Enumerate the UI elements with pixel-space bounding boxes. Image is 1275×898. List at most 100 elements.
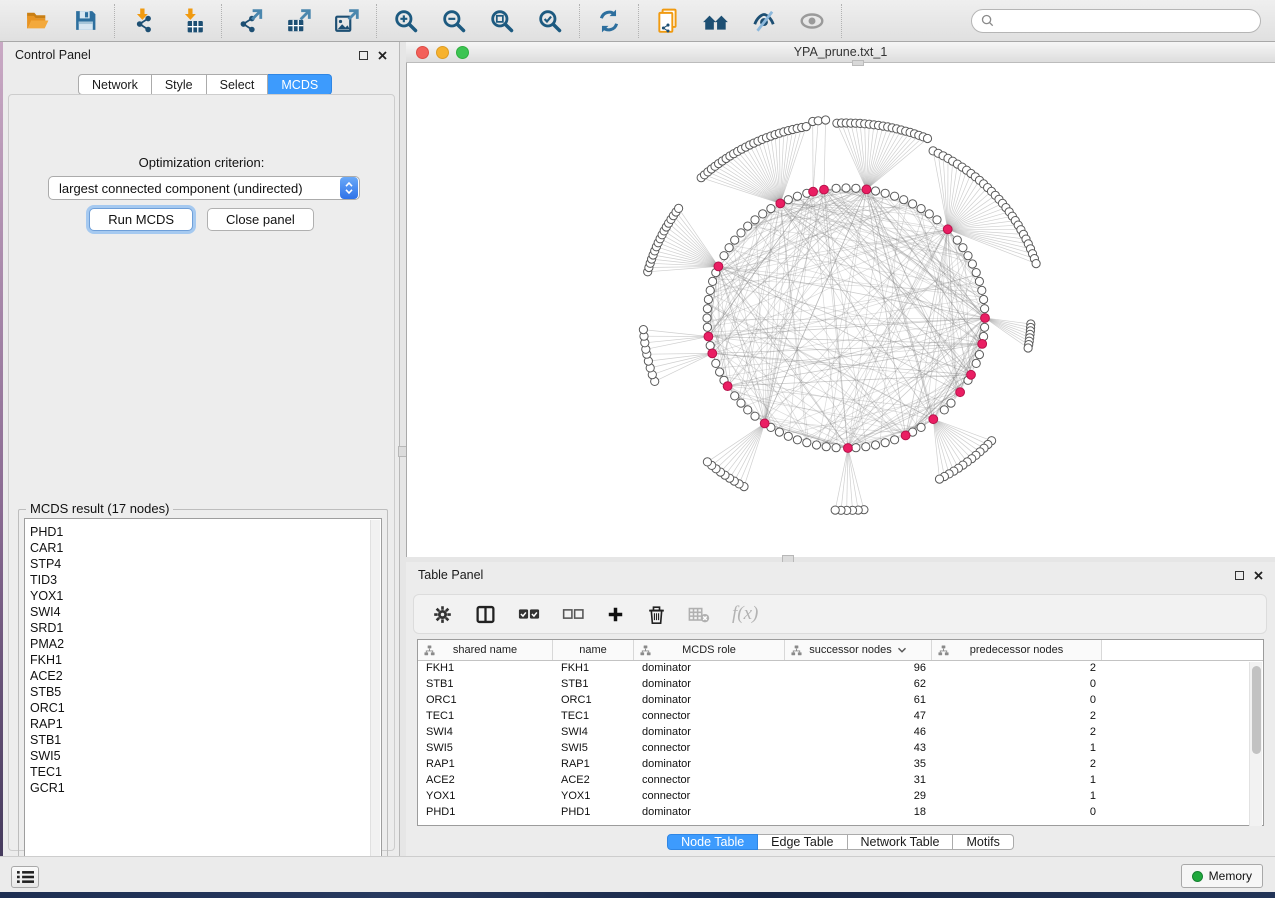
table-close-button[interactable] xyxy=(1254,571,1263,580)
mcds-result-item[interactable]: FKH1 xyxy=(30,652,381,668)
mcds-result-item[interactable]: ORC1 xyxy=(30,700,381,716)
close-panel-button[interactable] xyxy=(378,51,387,60)
table-cell: 0 xyxy=(932,805,1102,821)
mcds-result-item[interactable]: PMA2 xyxy=(30,636,381,652)
memory-button[interactable]: Memory xyxy=(1181,864,1263,888)
table-cell: ORC1 xyxy=(553,693,634,709)
mcds-result-item[interactable]: ACE2 xyxy=(30,668,381,684)
zoom-in-icon[interactable] xyxy=(391,6,421,36)
toolbar-group xyxy=(580,4,639,38)
table-row[interactable]: ORC1ORC1dominator610 xyxy=(418,693,1263,709)
criterion-dropdown[interactable]: largest connected component (undirected) xyxy=(48,176,360,200)
table-row[interactable]: YOX1YOX1connector291 xyxy=(418,789,1263,805)
mcds-result-item[interactable]: TID3 xyxy=(30,572,381,588)
mcds-result-item[interactable]: STB1 xyxy=(30,732,381,748)
tab-edge-table[interactable]: Edge Table xyxy=(758,834,847,850)
control-panel-title: Control Panel xyxy=(15,48,91,62)
table-cell: PHD1 xyxy=(553,805,634,821)
mcds-result-list[interactable]: PHD1CAR1STP4TID3YOX1SWI4SRD1PMA2FKH1ACE2… xyxy=(24,518,382,878)
table-cell: 96 xyxy=(785,661,932,677)
show-panels-button[interactable] xyxy=(11,866,39,888)
first-neighbors-icon[interactable] xyxy=(701,6,731,36)
table-body: FKH1FKH1dominator962STB1STB1dominator620… xyxy=(418,661,1263,821)
import-table-icon[interactable] xyxy=(177,6,207,36)
table-cell: 43 xyxy=(785,741,932,757)
hide-selected-icon[interactable] xyxy=(749,6,779,36)
mcds-result-title: MCDS result (17 nodes) xyxy=(26,501,173,516)
list-scrollbar[interactable] xyxy=(370,520,380,876)
table-scrollbar-thumb[interactable] xyxy=(1252,666,1261,754)
table-row[interactable]: SWI5SWI5connector431 xyxy=(418,741,1263,757)
import-network-icon[interactable] xyxy=(129,6,159,36)
select-all-icon[interactable] xyxy=(518,605,540,623)
mcds-result-item[interactable]: YOX1 xyxy=(30,588,381,604)
delete-row-icon[interactable] xyxy=(647,604,666,625)
run-mcds-button[interactable]: Run MCDS xyxy=(89,208,193,231)
tab-motifs[interactable]: Motifs xyxy=(953,834,1013,850)
mcds-result-item[interactable]: SWI5 xyxy=(30,748,381,764)
export-network-icon[interactable] xyxy=(236,6,266,36)
search-box[interactable] xyxy=(971,9,1261,33)
table-cell: STB1 xyxy=(553,677,634,693)
table-cell: dominator xyxy=(634,693,785,709)
zoom-out-icon[interactable] xyxy=(439,6,469,36)
column-header-MCDS-role[interactable]: MCDS role xyxy=(634,640,785,660)
export-table-icon[interactable] xyxy=(284,6,314,36)
table-row[interactable]: ACE2ACE2connector311 xyxy=(418,773,1263,789)
mcds-result-item[interactable]: RAP1 xyxy=(30,716,381,732)
table-cell: 47 xyxy=(785,709,932,725)
table-scrollbar[interactable] xyxy=(1249,662,1262,826)
zoom-fit-icon[interactable] xyxy=(487,6,517,36)
add-row-icon[interactable] xyxy=(606,605,625,624)
mcds-result-item[interactable]: PHD1 xyxy=(30,524,381,540)
table-row[interactable]: RAP1RAP1dominator352 xyxy=(418,757,1263,773)
mcds-result-item[interactable]: STB5 xyxy=(30,684,381,700)
zoom-selected-icon[interactable] xyxy=(535,6,565,36)
refresh-icon[interactable] xyxy=(594,6,624,36)
save-icon[interactable] xyxy=(70,6,100,36)
table-cell: 1 xyxy=(932,773,1102,789)
mcds-result-item[interactable]: CAR1 xyxy=(30,540,381,556)
table-cell: TEC1 xyxy=(418,709,553,725)
column-header-successor-nodes[interactable]: successor nodes xyxy=(785,640,932,660)
column-selector-icon[interactable] xyxy=(475,604,496,625)
open-icon[interactable] xyxy=(22,6,52,36)
toolbar-group xyxy=(115,4,222,38)
show-all-icon[interactable] xyxy=(797,6,827,36)
table-row[interactable]: STB1STB1dominator620 xyxy=(418,677,1263,693)
dropdown-spinner-icon xyxy=(340,177,358,199)
deselect-all-icon[interactable] xyxy=(562,605,584,623)
table-header-row: shared namenameMCDS rolesuccessor nodesp… xyxy=(418,640,1263,661)
toolbar-group xyxy=(222,4,377,38)
clone-network-icon[interactable] xyxy=(653,6,683,36)
table-float-button[interactable] xyxy=(1235,571,1244,580)
column-header-shared-name[interactable]: shared name xyxy=(418,640,553,660)
column-header-predecessor-nodes[interactable]: predecessor nodes xyxy=(932,640,1102,660)
tab-mcds[interactable]: MCDS xyxy=(268,74,332,95)
mcds-result-item[interactable]: SRD1 xyxy=(30,620,381,636)
table-cell: SWI4 xyxy=(418,725,553,741)
float-panel-button[interactable] xyxy=(359,51,368,60)
table-cell: 0 xyxy=(932,693,1102,709)
table-row[interactable]: FKH1FKH1dominator962 xyxy=(418,661,1263,677)
tab-node-table[interactable]: Node Table xyxy=(667,834,758,850)
table-row[interactable]: PHD1PHD1dominator180 xyxy=(418,805,1263,821)
column-header-name[interactable]: name xyxy=(553,640,634,660)
table-row[interactable]: SWI4SWI4dominator462 xyxy=(418,725,1263,741)
titlebar-splitter-handle[interactable] xyxy=(852,60,864,66)
mcds-result-item[interactable]: GCR1 xyxy=(30,780,381,796)
close-panel-button-mcds[interactable]: Close panel xyxy=(207,208,314,231)
tab-network[interactable]: Network xyxy=(78,74,152,95)
mcds-result-item[interactable]: SWI4 xyxy=(30,604,381,620)
settings-gear-icon[interactable] xyxy=(432,604,453,625)
tab-select[interactable]: Select xyxy=(207,74,269,95)
table-row[interactable]: TEC1TEC1connector472 xyxy=(418,709,1263,725)
mcds-result-item[interactable]: STP4 xyxy=(30,556,381,572)
search-input[interactable] xyxy=(1000,14,1251,28)
control-panel: Control Panel NetworkStyleSelectMCDS Opt… xyxy=(3,42,400,856)
mcds-result-item[interactable]: TEC1 xyxy=(30,764,381,780)
export-image-icon[interactable] xyxy=(332,6,362,36)
tab-network-table[interactable]: Network Table xyxy=(848,834,954,850)
tab-style[interactable]: Style xyxy=(152,74,207,95)
network-canvas[interactable] xyxy=(406,63,1275,557)
